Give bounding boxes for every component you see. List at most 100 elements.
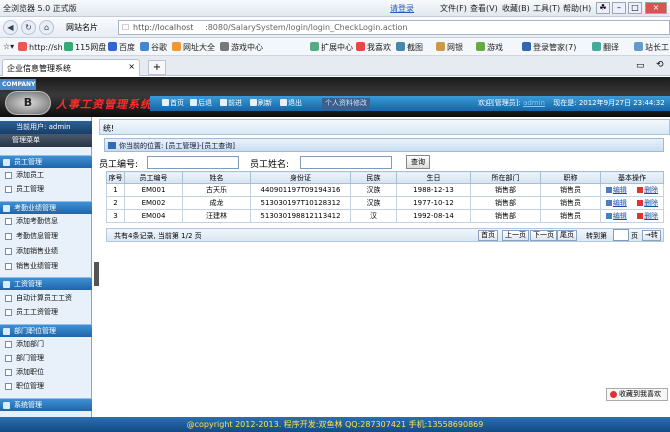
my-like[interactable]: 我喜欢 [356, 42, 391, 53]
folder-icon [3, 281, 10, 288]
emp-no-input[interactable] [147, 156, 239, 169]
delete-link[interactable]: 删除 [637, 212, 658, 220]
delete-link[interactable]: 删除 [637, 186, 658, 194]
location-icon [108, 142, 116, 149]
section-department[interactable]: 部门职位管理 [0, 324, 92, 337]
bookmark-6[interactable]: 游戏中心 [220, 42, 263, 53]
minimize-icon[interactable]: – [612, 2, 626, 14]
menu-position-management[interactable]: 职位管理 [0, 380, 92, 393]
puzzle-icon [310, 42, 319, 51]
edit-link[interactable]: 编辑 [605, 212, 627, 220]
skin-icon[interactable]: ☘ [596, 2, 610, 14]
section-salary[interactable]: 工资管理 [0, 277, 92, 290]
menu-department-management[interactable]: 部门管理 [0, 352, 92, 365]
delete-icon [637, 200, 644, 206]
cell: 3 [106, 209, 125, 223]
actions-cell: 编辑 删除 [600, 209, 664, 223]
search-button[interactable]: 查询 [406, 155, 430, 169]
table-row: 3 EM004 汪建林 513030198812113412 汉 1992-08… [106, 209, 664, 223]
pencil-icon [605, 213, 612, 219]
address-bar[interactable]: ☐ http://localhost :8080/SalarySystem/lo… [118, 20, 670, 35]
key-icon [522, 42, 531, 51]
edit-profile-button[interactable]: 个人资料修改 [322, 98, 370, 109]
forward-button[interactable]: 前进 [218, 98, 244, 109]
new-tab-button[interactable]: + [148, 60, 166, 75]
favorite-button[interactable]: 收藏到我喜欢 [606, 388, 668, 401]
prev-page-button[interactable]: 上一页 [502, 230, 529, 241]
bookmark-1[interactable]: http://sh [18, 42, 63, 52]
cell: 1992-08-14 [396, 209, 471, 223]
page-jump-input[interactable] [613, 229, 629, 241]
tab-list-icon[interactable]: ▭ [636, 61, 645, 71]
back-button[interactable]: 后退 [188, 98, 214, 109]
screenshot[interactable]: 截图 [396, 42, 423, 53]
cell: 销售员 [540, 196, 601, 210]
refresh-button[interactable]: 刷新 [248, 98, 274, 109]
login-link[interactable]: 请登录 [390, 3, 414, 14]
bookmark-3[interactable]: 百度 [108, 42, 135, 53]
maximize-icon[interactable]: □ [628, 2, 642, 14]
favorites-star-icon[interactable]: ☆▾ [3, 42, 14, 51]
menu-salary-management[interactable]: 员工工资管理 [0, 306, 92, 319]
login-manager[interactable]: 登录管家(7) [522, 42, 576, 53]
edit-link[interactable]: 编辑 [605, 186, 627, 194]
online-bank[interactable]: 网银 [436, 42, 463, 53]
menu-auto-calc-salary[interactable]: 自动计算员工工资 [0, 292, 92, 305]
menu-add-position[interactable]: 添加职位 [0, 366, 92, 379]
go-button[interactable]: →转 [642, 230, 661, 241]
tab-enterprise[interactable]: 企业信息管理系统 × [2, 59, 140, 76]
menu-view[interactable]: 查看(V) [470, 3, 498, 14]
doc-icon [5, 218, 12, 225]
menu-add-employee[interactable]: 添加员工 [0, 169, 92, 182]
section-employee[interactable]: 员工管理 [0, 155, 92, 168]
translate[interactable]: 翻译 [592, 42, 619, 53]
menu-add-attendance[interactable]: 添加考勤信息 [0, 215, 92, 228]
menu-add-sales[interactable]: 添加销售业绩 [0, 245, 92, 258]
menu-file[interactable]: 文件(F) [440, 3, 467, 14]
folder-icon [3, 328, 10, 335]
bank-icon [436, 42, 445, 51]
menu-help[interactable]: 帮助(H) [563, 3, 591, 14]
cell: 销售员 [540, 183, 601, 197]
menu-employee-management[interactable]: 员工管理 [0, 183, 92, 196]
menu-attendance-management[interactable]: 考勤信息管理 [0, 230, 92, 243]
col-actions: 基本操作 [600, 171, 664, 184]
employee-table: 序号 员工编号 姓名 身份证 民族 生日 所在部门 职称 基本操作 1 EM00… [106, 171, 664, 223]
menu-title: 管理菜单 [0, 134, 92, 147]
bookmark-5[interactable]: 网址大全 [172, 42, 215, 53]
last-page-button[interactable]: 尾页 [557, 230, 577, 241]
cell: 513030198812113412 [250, 209, 351, 223]
edit-link[interactable]: 编辑 [605, 199, 627, 207]
menu-favorites[interactable]: 收藏(B) [502, 3, 530, 14]
folder-icon [3, 402, 10, 409]
home-button[interactable]: 首页 [160, 98, 186, 109]
section-system[interactable]: 系统管理 [0, 398, 92, 411]
ext-center[interactable]: 扩展中心 [310, 42, 353, 53]
next-page-button[interactable]: 下一页 [530, 230, 557, 241]
bookmark-4[interactable]: 谷歌 [140, 42, 167, 53]
emp-name-input[interactable] [300, 156, 392, 169]
close-icon[interactable]: × [645, 2, 667, 14]
close-tab-icon[interactable]: × [128, 62, 135, 71]
site-name-label[interactable]: 网站名片 [66, 22, 98, 33]
menu-sales-management[interactable]: 销售业绩管理 [0, 260, 92, 273]
bookmark-2[interactable]: 115网盘 [64, 42, 106, 53]
section-attendance[interactable]: 考勤业绩管理 [0, 201, 92, 214]
browser-title: 全浏览器 5.0 正式版 [3, 4, 77, 13]
delete-link[interactable]: 删除 [637, 199, 658, 207]
url-rest: :8080/SalarySystem/login/login_CheckLogi… [205, 23, 408, 32]
menu-tools[interactable]: 工具(T) [533, 3, 560, 14]
first-page-button[interactable]: 首页 [478, 230, 498, 241]
pencil-icon [605, 187, 612, 193]
restore-tab-icon[interactable]: ⟲ [656, 60, 664, 70]
webmaster[interactable]: 站长工 [634, 42, 669, 53]
admin-link[interactable]: admin [523, 99, 545, 107]
menu-add-department[interactable]: 添加部门 [0, 338, 92, 351]
games[interactable]: 游戏 [476, 42, 503, 53]
home-icon[interactable]: ⌂ [39, 20, 54, 35]
bookmark-icon [172, 42, 181, 51]
logout-button[interactable]: 退出 [278, 98, 304, 109]
back-icon[interactable]: ◀ [3, 20, 18, 35]
refresh-icon[interactable]: ↻ [21, 20, 36, 35]
table-header: 序号 员工编号 姓名 身份证 民族 生日 所在部门 职称 基本操作 [106, 171, 664, 184]
